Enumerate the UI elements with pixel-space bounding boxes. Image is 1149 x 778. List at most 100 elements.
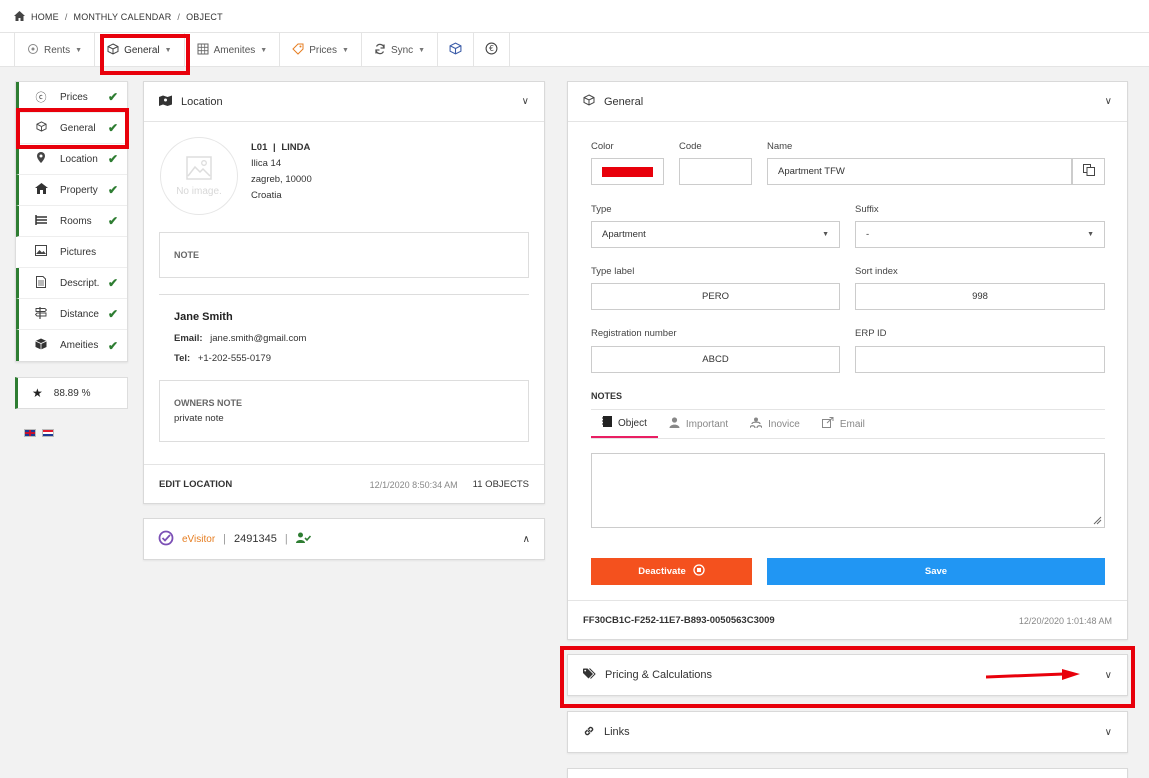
separator: | <box>284 533 288 545</box>
check-icon: ✔ <box>107 276 118 290</box>
tab-notes-important[interactable]: Important <box>658 410 739 438</box>
location-footer: EDIT LOCATION 12/1/2020 8:50:34 AM 11 OB… <box>144 464 544 504</box>
button-label: Deactivate <box>638 566 686 577</box>
breadcrumb: HOME / MONTHLY CALENDAR / OBJECT <box>14 11 223 23</box>
euro-button[interactable]: € <box>474 33 511 67</box>
location-panel-header[interactable]: Location ∨ <box>144 82 544 122</box>
score-value: 88.89 % <box>53 387 91 399</box>
house-icon <box>33 183 49 197</box>
type-label: Type <box>591 204 612 215</box>
erp-id-label: ERP ID <box>855 328 887 339</box>
sidebar-item-label: Descript. <box>60 277 100 289</box>
next-panel <box>567 768 1128 778</box>
tab-sync[interactable]: Sync ▼ <box>362 33 439 67</box>
save-button[interactable]: Save <box>767 558 1105 585</box>
check-icon: ✔ <box>107 214 118 228</box>
type-value: Apartment <box>602 229 646 240</box>
owner-name: Jane Smith <box>174 311 233 323</box>
cube-button[interactable] <box>438 33 475 67</box>
color-picker[interactable] <box>591 158 664 185</box>
tab-label: Inovice <box>768 418 800 430</box>
croatia-flag-icon[interactable] <box>42 429 54 437</box>
home-icon[interactable] <box>14 11 25 23</box>
name-label: Name <box>767 141 793 152</box>
color-label: Color <box>591 141 614 152</box>
name-input[interactable]: Apartment TFW <box>767 158 1072 185</box>
link-icon <box>583 725 595 740</box>
box-icon <box>33 338 49 353</box>
separator: | <box>223 533 227 545</box>
copy-name-button[interactable] <box>1072 158 1105 185</box>
breadcrumb-home[interactable]: HOME <box>31 12 59 22</box>
owner-tel[interactable]: +1-202-555-0179 <box>198 353 271 364</box>
tab-rents[interactable]: Rents ▼ <box>14 33 96 67</box>
chevron-down-icon: ▼ <box>75 46 83 54</box>
notes-textarea[interactable] <box>591 453 1105 528</box>
registration-number-label: Registration number <box>591 328 677 339</box>
type-select[interactable]: Apartment ▼ <box>591 221 840 248</box>
tab-notes-object[interactable]: Object <box>591 410 658 438</box>
links-panel[interactable]: Links ∨ <box>567 711 1128 753</box>
chevron-down-icon[interactable]: ∨ <box>522 96 529 107</box>
edit-location-link[interactable]: EDIT LOCATION <box>159 479 232 490</box>
user-check-icon <box>295 532 311 547</box>
tab-notes-email[interactable]: Email <box>811 410 876 438</box>
sort-index-input[interactable]: 998 <box>855 283 1105 310</box>
map-pin-icon <box>33 151 49 167</box>
breadcrumb-separator: / <box>64 12 68 22</box>
note-box: NOTE <box>159 232 529 278</box>
tab-notes-invoice[interactable]: Inovice <box>739 410 811 438</box>
sidebar-item-description[interactable]: Descript. ✔ <box>16 268 127 299</box>
suffix-label: Suffix <box>855 204 879 215</box>
owner-email[interactable]: jane.smith@gmail.com <box>210 333 306 344</box>
chevron-down-icon[interactable]: ∨ <box>1105 727 1112 738</box>
chevron-up-icon[interactable]: ∧ <box>523 534 530 545</box>
check-icon: ✔ <box>107 183 118 197</box>
evisitor-id: 2491345 <box>234 533 277 545</box>
tab-label: Important <box>685 418 729 430</box>
sidebar-item-pictures[interactable]: Pictures <box>16 237 127 268</box>
owners-note-label: OWNERS NOTE <box>174 398 243 408</box>
links-header[interactable]: Links ∨ <box>568 712 1127 752</box>
general-panel: General ∨ Color Code Name Apartment TFW … <box>567 81 1128 640</box>
sidebar-item-label: Property <box>60 184 98 196</box>
evisitor-panel[interactable]: eVisitor | 2491345 | ∧ <box>143 518 545 560</box>
objects-count[interactable]: 11 OBJECTS <box>473 479 529 490</box>
notes-tabs: Object Important Inovice Email <box>591 409 1105 439</box>
owners-note-value: private note <box>174 413 224 424</box>
tab-label: Sync <box>390 44 414 56</box>
suffix-select[interactable]: - ▼ <box>855 221 1105 248</box>
resize-handle-icon[interactable] <box>1093 516 1102 525</box>
sidebar-item-distance[interactable]: Distance ✔ <box>16 299 127 330</box>
deactivate-button[interactable]: Deactivate <box>591 558 752 585</box>
tab-amenites[interactable]: Amenites ▼ <box>185 33 281 67</box>
sidebar-item-property[interactable]: Property ✔ <box>16 175 127 206</box>
code-input[interactable] <box>679 158 752 185</box>
notebook-icon <box>602 416 612 430</box>
user-icon <box>669 417 680 431</box>
annotation-box-general-tab <box>100 34 190 75</box>
stop-icon <box>693 564 705 579</box>
general-panel-header[interactable]: General ∨ <box>568 82 1127 122</box>
breadcrumb-monthly-calendar[interactable]: MONTHLY CALENDAR <box>74 12 172 22</box>
tab-label: Prices <box>309 44 337 56</box>
registration-number-input[interactable]: ABCD <box>591 346 840 373</box>
sidebar-item-ameities[interactable]: Ameities ✔ <box>16 330 127 361</box>
type-label-input[interactable]: PERO <box>591 283 840 310</box>
sidebar-item-label: Ameities <box>60 340 99 351</box>
chevron-down-icon[interactable]: ∨ <box>1105 96 1112 107</box>
annotation-arrow-icon <box>986 669 1080 680</box>
uk-flag-icon[interactable] <box>24 429 36 437</box>
tab-prices[interactable]: Prices ▼ <box>280 33 362 67</box>
grid-icon <box>197 43 209 58</box>
sidebar-item-rooms[interactable]: Rooms ✔ <box>16 206 127 237</box>
annotation-box-sidebar-general <box>16 108 129 149</box>
sidebar-item-label: Rooms <box>60 215 92 227</box>
erp-id-input[interactable] <box>855 346 1105 373</box>
general-date: 12/20/2020 1:01:48 AM <box>1018 615 1112 626</box>
panel-title: Links <box>604 726 630 738</box>
image-icon <box>186 155 212 183</box>
copy-icon <box>1082 164 1095 179</box>
chevron-down-icon: ▼ <box>418 46 426 54</box>
location-name: LINDA <box>281 142 311 153</box>
